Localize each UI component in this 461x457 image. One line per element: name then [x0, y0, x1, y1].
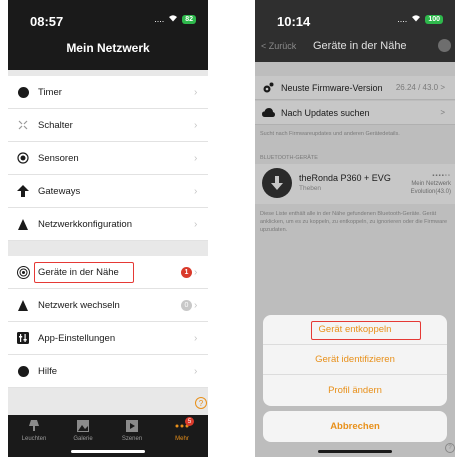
clock-icon: [8, 86, 38, 98]
tab-label: Leuchten: [21, 436, 47, 442]
page-title: Geräte in der Nähe: [313, 40, 407, 52]
phone-nearby-devices: 10:14 .... 100 < Zurück Geräte in der Nä…: [255, 0, 455, 457]
more-icon: [158, 419, 206, 433]
cloud-icon: [255, 108, 281, 117]
page-title: Mein Netzwerk: [66, 41, 150, 55]
chevron-right-icon: ›: [194, 266, 198, 278]
device-vendor: Theben: [299, 185, 322, 192]
signal-indicator: ....: [154, 14, 165, 24]
tab-label: Szenen: [121, 436, 143, 442]
tab-gallery[interactable]: Galerie: [59, 419, 107, 442]
help-icon[interactable]: [438, 39, 451, 52]
menu-item-label: Netzwerkkonfiguration: [38, 218, 132, 230]
gallery-icon: [59, 419, 107, 433]
tab-more[interactable]: 5 Mehr: [158, 417, 206, 442]
switch-icon: [8, 119, 38, 131]
sensor-icon: [8, 152, 38, 164]
check-updates-label: Nach Updates suchen: [281, 107, 370, 118]
search-note: Sucht nach Firmwareupdates und anderen G…: [260, 131, 400, 137]
wifi-icon: [168, 14, 178, 24]
device-row[interactable]: theRonda P360 + EVG Theben ▪▪▪▪▫▫ Mein N…: [255, 164, 455, 204]
chevron-right-icon: ›: [194, 152, 198, 164]
menu-item-label: Sensoren: [38, 152, 79, 164]
tab-lights[interactable]: Leuchten: [10, 419, 58, 442]
chevron-right-icon: ›: [194, 332, 198, 344]
help-button[interactable]: ?: [445, 443, 455, 453]
menu-item-sensors[interactable]: Sensoren ›: [8, 142, 208, 175]
app-settings-icon: [8, 332, 38, 344]
signal-strength-icon: ▪▪▪▪▫▫: [432, 173, 451, 179]
tab-label: Galerie: [73, 436, 93, 442]
home-indicator: [71, 450, 145, 453]
menu-item-label: Timer: [38, 86, 62, 98]
battery-indicator: 82: [182, 14, 196, 24]
network-config-icon: [8, 218, 38, 230]
help-button[interactable]: ?: [195, 397, 207, 409]
menu-item-label: Hilfe: [38, 365, 58, 377]
header: 08:57 .... 82 Mein Netzwerk: [8, 0, 208, 70]
firmware-label: Neuste Firmware-Version: [281, 82, 383, 93]
gateway-icon: [8, 185, 38, 197]
notification-badge: 1: [181, 266, 192, 278]
help-icon: [8, 365, 38, 377]
tab-scenes[interactable]: Szenen: [108, 419, 156, 442]
menu-item-label: Netzwerk wechseln: [38, 299, 120, 311]
cancel-button[interactable]: Abbrechen: [263, 411, 447, 442]
firmware-version-row[interactable]: Neuste Firmware-Version 26.24 / 43.0 >: [255, 76, 455, 100]
list-note: Diese Liste enthält alle in der Nähe gef…: [260, 211, 448, 233]
highlight-box: [34, 262, 134, 283]
identify-device-button[interactable]: Gerät identifizieren: [263, 345, 447, 375]
chevron-right-icon: ›: [194, 299, 198, 311]
menu-item-help[interactable]: Hilfe ›: [8, 355, 208, 388]
battery-indicator: 100: [425, 14, 443, 24]
lamp-icon: [10, 419, 58, 433]
device-name: theRonda P360 + EVG: [299, 173, 391, 183]
action-label: Profil ändern: [328, 385, 382, 396]
menu-item-network-config[interactable]: Netzwerkkonfiguration ›: [8, 208, 208, 241]
firmware-value: 26.24 / 43.0 >: [395, 83, 445, 92]
status-indicators: .... 82: [154, 14, 196, 24]
status-time: 08:57: [30, 14, 64, 29]
menu-item-switch-network[interactable]: Netzwerk wechseln 0 ›: [8, 289, 208, 322]
notification-badge: 5: [185, 417, 194, 426]
status-indicators: .... 100: [397, 14, 443, 24]
menu-item-gateways[interactable]: Gateways ›: [8, 175, 208, 208]
menu-item-app-settings[interactable]: App-Einstellungen ›: [8, 322, 208, 355]
chevron-right-icon: ›: [194, 218, 198, 230]
chevron-right-icon: >: [440, 108, 445, 117]
chevron-right-icon: ›: [194, 119, 198, 131]
wifi-icon: [411, 14, 421, 24]
scenes-icon: [108, 419, 156, 433]
device-firmware: Evolution(43.0): [410, 189, 451, 195]
chevron-right-icon: ›: [194, 86, 198, 98]
highlight-box: [311, 321, 421, 340]
menu-item-switches[interactable]: Schalter ›: [8, 109, 208, 142]
action-label: Gerät identifizieren: [315, 354, 395, 365]
chevron-right-icon: ›: [194, 185, 198, 197]
menu-item-label: Schalter: [38, 119, 73, 131]
menu-item-label: App-Einstellungen: [38, 332, 116, 344]
device-download-icon: [262, 168, 292, 198]
check-updates-row[interactable]: Nach Updates suchen >: [255, 101, 455, 125]
chevron-right-icon: ›: [194, 365, 198, 377]
menu-item-timer[interactable]: Timer ›: [8, 76, 208, 109]
section-header: BLUETOOTH-GERÄTE: [260, 155, 318, 161]
count-badge: 0: [181, 299, 192, 311]
back-button[interactable]: < Zurück: [261, 41, 296, 51]
signal-indicator: ....: [397, 14, 408, 24]
device-network: Mein Netzwerk: [411, 181, 451, 187]
status-time: 10:14: [277, 14, 311, 29]
menu-item-label: Gateways: [38, 185, 81, 197]
header: 10:14 .... 100 < Zurück Geräte in der Nä…: [255, 0, 455, 62]
gear-icon: [255, 82, 281, 94]
home-indicator: [318, 450, 392, 453]
phone-my-network: 08:57 .... 82 Mein Netzwerk Timer › Scha…: [8, 0, 208, 457]
network-switch-icon: [8, 299, 38, 311]
change-profile-button[interactable]: Profil ändern: [263, 375, 447, 406]
tab-label: Mehr: [175, 436, 189, 442]
